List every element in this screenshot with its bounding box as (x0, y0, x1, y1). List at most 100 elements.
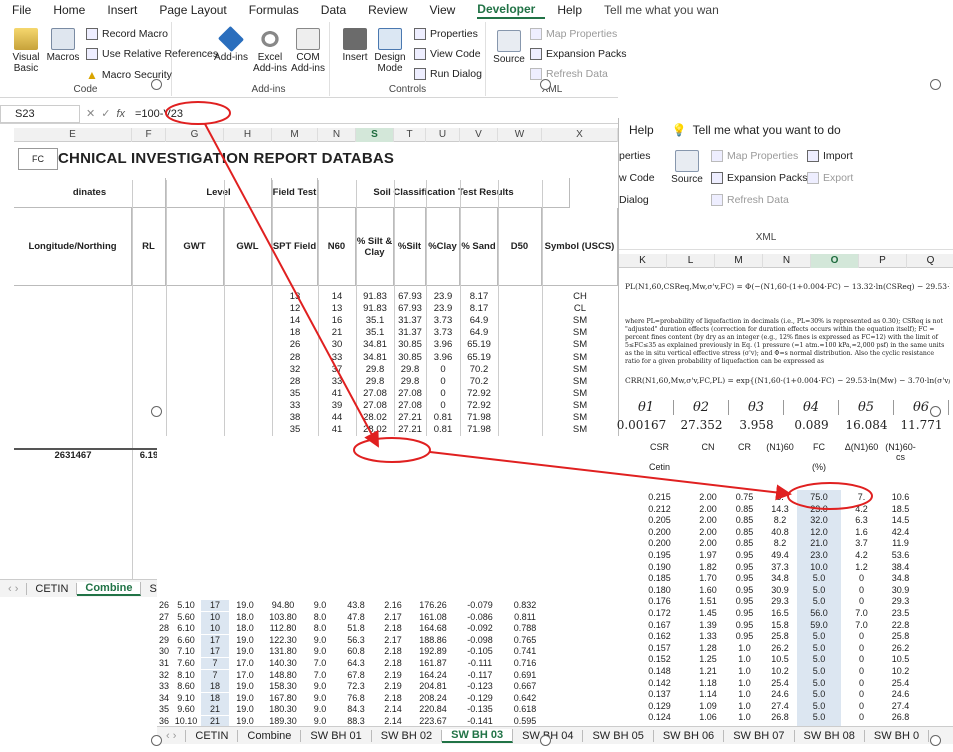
right-source-button[interactable]: Source (669, 150, 705, 185)
menu-item-file[interactable]: File (12, 3, 41, 17)
enter-icon[interactable]: ✓ (101, 107, 110, 120)
column-header-k[interactable]: K (619, 254, 667, 268)
tab-sw-bh-05[interactable]: SW BH 05 (583, 729, 654, 742)
sheet-row[interactable]: 29 6.60 17 19.0 122.30 9.0 56.3 2.17 188.86 -0.09… (157, 634, 627, 646)
resize-handle[interactable] (540, 79, 551, 90)
right-expansion-packs[interactable]: Expansion Packs (711, 172, 808, 184)
column-header-o[interactable]: O (811, 254, 859, 268)
column-header-t[interactable]: T (394, 128, 426, 142)
tab-sw-bh-01[interactable]: SW BH 01 (301, 729, 372, 742)
calc-row[interactable]: 0.190 1.82 0.95 37.3 10.0 1.2 38.4 (157, 562, 953, 573)
resize-handle[interactable] (151, 79, 162, 90)
right-map-properties[interactable]: Map Properties (711, 150, 798, 162)
sheet-row[interactable]: 26 5.10 17 19.0 94.80 9.0 43.8 2.16 176.26 -0.079… (157, 600, 627, 611)
tab-sw-bh-0[interactable]: SW BH 0 (865, 729, 930, 742)
table-row[interactable]: 33 39 27.08 27.08 0 72.92 SM (14, 400, 618, 412)
table-row[interactable]: 14 16 35.1 31.37 3.73 64.9 SM (14, 315, 618, 327)
column-header-f[interactable]: F (132, 128, 166, 142)
tab-combine[interactable]: Combine (238, 729, 302, 742)
resize-handle[interactable] (930, 79, 941, 90)
tab-combine[interactable]: Combine (77, 581, 142, 596)
column-header-g[interactable]: G (166, 128, 224, 142)
column-header-q[interactable]: Q (907, 254, 953, 268)
relative-references-button[interactable]: Use Relative References (86, 48, 218, 60)
table-row[interactable]: 35 41 28.02 27.21 0.81 71.98 SM (14, 424, 618, 436)
menu-item-page-layout[interactable]: Page Layout (159, 3, 236, 17)
calc-row[interactable]: 0.212 2.00 0.85 14.3 23.0 4.2 18.5 (157, 504, 953, 515)
column-header-e[interactable]: E (14, 128, 132, 142)
calc-row[interactable]: 0.195 1.97 0.95 49.4 23.0 4.2 53.6 (157, 550, 953, 561)
view-code-button[interactable]: View Code (414, 48, 481, 60)
column-header-x[interactable]: X (542, 128, 618, 142)
table-row[interactable]: 26 30 34.81 30.85 3.96 65.19 SM (14, 339, 618, 351)
sheet-row[interactable]: 35 9.60 21 19.0 180.30 9.0 84.3 2.14 220.84 -0.13… (157, 704, 627, 716)
resize-handle[interactable] (151, 735, 162, 746)
sheet-row[interactable]: 27 5.60 10 18.0 103.80 8.0 47.8 2.17 161.08 -0.08… (157, 611, 627, 623)
right-refresh-data[interactable]: Refresh Data (711, 194, 789, 206)
tab-sw-bh-02[interactable]: SW BH 02 (372, 729, 443, 742)
tell-me-input[interactable]: Tell me what you wan (604, 3, 729, 17)
column-header-u[interactable]: U (426, 128, 460, 142)
macros-button[interactable]: Macros (46, 28, 80, 63)
table-row[interactable]: 32 37 29.8 29.8 0 70.2 SM (14, 364, 618, 376)
calc-row[interactable]: 0.200 2.00 0.85 8.2 21.0 3.7 11.9 (157, 538, 953, 549)
table-row[interactable]: 38 44 28.02 27.21 0.81 71.98 SM (14, 412, 618, 424)
menu-item-review[interactable]: Review (368, 3, 417, 17)
calc-row[interactable]: 0.180 1.60 0.95 30.9 5.0 0 30.9 (157, 585, 953, 596)
addins-button[interactable]: Add-ins (214, 25, 248, 63)
menu-item-data[interactable]: Data (321, 3, 356, 17)
table-row[interactable]: 28 33 34.81 30.85 3.96 65.19 SM (14, 352, 618, 364)
tab-sw-bh-08[interactable]: SW BH 08 (795, 729, 865, 742)
column-header-n[interactable]: N (763, 254, 811, 268)
column-header-s[interactable]: S (356, 128, 394, 142)
sheet-row[interactable]: 33 8.60 18 19.0 158.30 9.0 72.3 2.19 204.81 -0.12… (157, 681, 627, 693)
source-button[interactable]: Source (492, 30, 526, 65)
resize-handle[interactable] (930, 406, 941, 417)
tab-nav-arrows[interactable]: ‹ › (0, 582, 28, 595)
insert-control-button[interactable]: Insert (338, 28, 372, 63)
properties-button[interactable]: Properties (414, 28, 478, 40)
calc-row[interactable]: 0.205 2.00 0.85 8.2 32.0 6.3 14.5 (157, 515, 953, 526)
dialog-partial[interactable]: Dialog (619, 194, 649, 206)
calc-row[interactable]: 0.215 2.00 0.75 3. 75.0 7. 10.6 (157, 492, 953, 503)
menu-item-help[interactable]: Help (557, 3, 592, 17)
resize-handle[interactable] (540, 735, 551, 746)
table-row[interactable]: 12 13 91.83 67.93 23.9 8.17 CL (14, 303, 618, 315)
table-row[interactable]: 35 41 27.08 27.08 0 72.92 SM (14, 388, 618, 400)
resize-handle[interactable] (151, 406, 162, 417)
refresh-data-button[interactable]: Refresh Data (530, 68, 608, 80)
sheet-row[interactable]: 34 9.10 18 19.0 167.80 9.0 76.8 2.18 208.24 -0.12… (157, 692, 627, 704)
name-box[interactable]: S23 (0, 104, 80, 123)
fc-shape-label[interactable]: FC (18, 148, 58, 170)
sheet-row[interactable]: 30 7.10 17 19.0 131.80 9.0 60.8 2.18 192.89 -0.10… (157, 646, 627, 658)
visual-basic-button[interactable]: Visual Basic (6, 28, 46, 74)
tab-cetin[interactable]: CETIN (27, 582, 78, 595)
tab-sw-bh-07[interactable]: SW BH 07 (724, 729, 795, 742)
excel-addins-button[interactable]: Excel Add-ins (252, 28, 288, 74)
sheet-row[interactable]: 28 6.10 10 18.0 112.80 8.0 51.8 2.18 164.68 -0.09… (157, 623, 627, 635)
insert-function-icon[interactable]: fx (116, 108, 125, 120)
column-header-v[interactable]: V (460, 128, 498, 142)
run-dialog-button[interactable]: Run Dialog (414, 68, 482, 80)
import-button[interactable]: Import (807, 150, 853, 162)
column-header-l[interactable]: L (667, 254, 715, 268)
com-addins-button[interactable]: COM Add-ins (290, 28, 326, 74)
formula-input[interactable]: =100-V23 (135, 108, 183, 120)
calc-row[interactable]: 0.200 2.00 0.85 40.8 12.0 1.6 42.4 (157, 527, 953, 538)
tab-sw-bh-03[interactable]: SW BH 03 (442, 728, 514, 743)
calc-row[interactable]: 0.185 1.70 0.95 34.8 5.0 0 34.8 (157, 573, 953, 584)
menu-item-formulas[interactable]: Formulas (249, 3, 309, 17)
map-properties-button[interactable]: Map Properties (530, 28, 617, 40)
menu-item-insert[interactable]: Insert (107, 3, 147, 17)
expansion-packs-button[interactable]: Expansion Packs (530, 48, 627, 60)
menu-item-view[interactable]: View (430, 3, 466, 17)
view-code-partial[interactable]: w Code (619, 172, 655, 184)
cancel-icon[interactable]: ✕ (86, 107, 95, 120)
sheet-row[interactable]: 31 7.60 7 17.0 140.30 7.0 64.3 2.18 161.87 -0.111… (157, 658, 627, 669)
column-header-w[interactable]: W (498, 128, 542, 142)
column-header-p[interactable]: P (859, 254, 907, 268)
tab-cetin[interactable]: CETIN (186, 729, 239, 742)
column-header-m[interactable]: M (715, 254, 763, 268)
export-button[interactable]: Export (807, 172, 853, 184)
column-header-m[interactable]: M (272, 128, 318, 142)
